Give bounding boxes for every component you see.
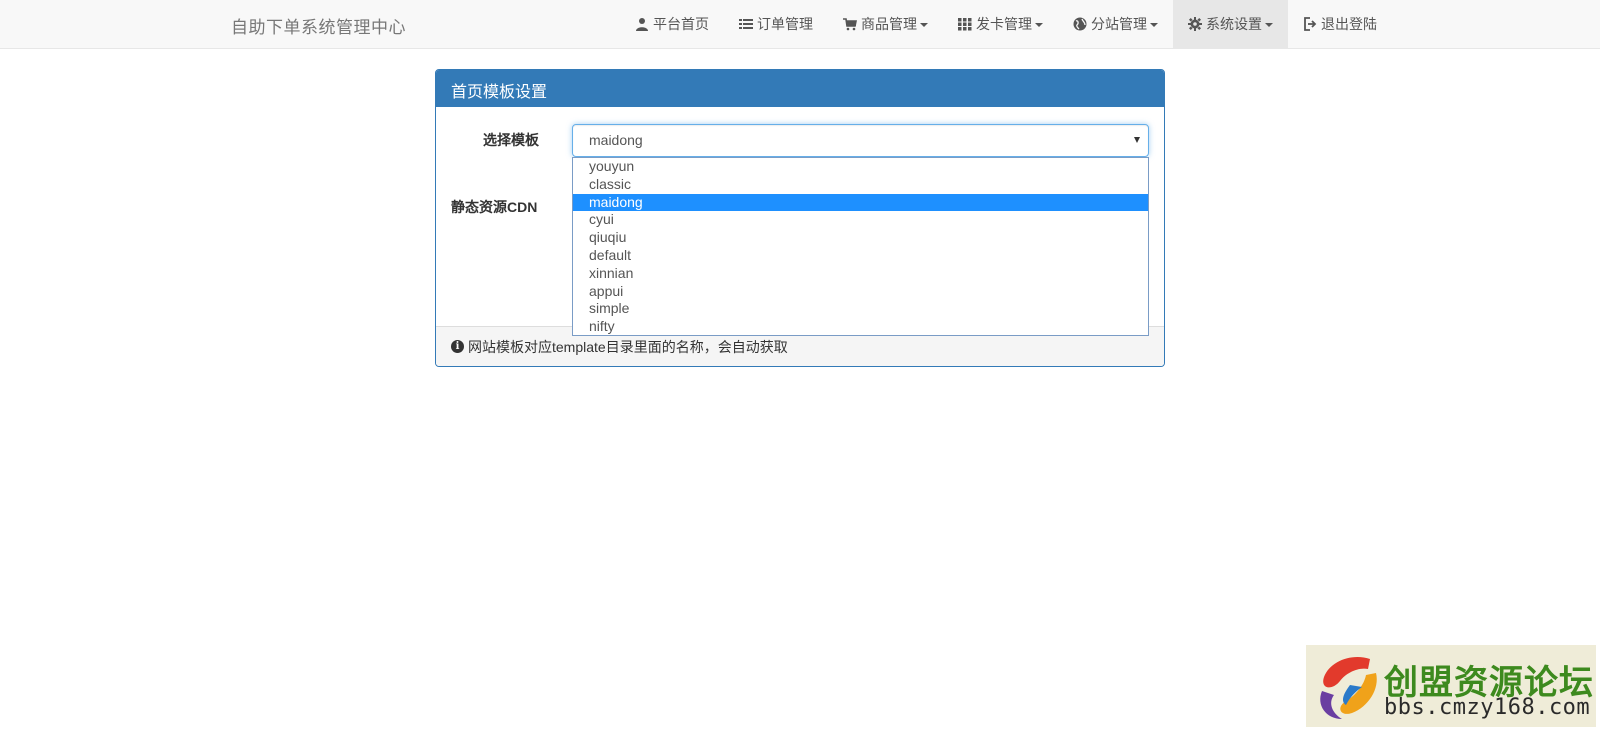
nav-item-label: 退出登陆 xyxy=(1321,16,1377,32)
navbar-brand[interactable]: 自助下单系统管理中心 xyxy=(231,13,406,38)
nav-item-label: 平台首页 xyxy=(653,16,709,32)
info-icon: i xyxy=(451,340,464,353)
nav-item-4[interactable]: 分站管理 xyxy=(1058,0,1173,48)
shopping-cart-icon xyxy=(843,17,857,31)
grid-icon xyxy=(958,17,972,31)
nav-item-1[interactable]: 订单管理 xyxy=(724,0,828,48)
nav-item-5[interactable]: 系统设置 xyxy=(1173,0,1288,48)
panel-title: 首页模板设置 xyxy=(436,70,1164,107)
watermark-url: bbs.cmzy168.com xyxy=(1384,695,1591,720)
nav-item-label: 商品管理 xyxy=(861,16,917,32)
template-option-maidong[interactable]: maidong xyxy=(573,193,1148,212)
nav-item-6[interactable]: 退出登陆 xyxy=(1288,0,1392,48)
template-options-list: youyun classic maidong cyui qiuqiu default xin… xyxy=(572,157,1149,336)
nav-item-label: 系统设置 xyxy=(1206,16,1262,32)
list-icon xyxy=(739,17,753,31)
nav-item-label: 发卡管理 xyxy=(976,16,1032,32)
template-option-classic[interactable]: classic xyxy=(573,176,1148,194)
template-option-qiuqiu[interactable]: qiuqiu xyxy=(573,229,1148,247)
user-icon xyxy=(635,17,649,31)
nav-menu: 平台首页 订单管理 商品管理 发卡管理 分站管理 系统设置 退出登陆 xyxy=(620,0,1392,48)
template-select-value: maidong xyxy=(589,132,643,148)
swirl-logo-icon xyxy=(1320,657,1377,719)
nav-item-3[interactable]: 发卡管理 xyxy=(943,0,1058,48)
caret-down-icon xyxy=(920,23,928,27)
caret-down-icon xyxy=(1265,23,1273,27)
template-option-simple[interactable]: simple xyxy=(573,300,1148,318)
dropdown-arrow-icon xyxy=(1134,137,1140,143)
nav-item-label: 订单管理 xyxy=(757,16,813,32)
template-select[interactable]: maidong xyxy=(572,124,1149,157)
cdn-label: 静态资源CDN xyxy=(451,199,538,215)
watermark-logo: 创盟资源论坛 bbs.cmzy168.com xyxy=(1306,645,1596,727)
caret-down-icon xyxy=(1150,23,1158,27)
nav-item-2[interactable]: 商品管理 xyxy=(828,0,943,48)
logout-icon xyxy=(1303,17,1317,31)
caret-down-icon xyxy=(1035,23,1043,27)
nav-item-label: 分站管理 xyxy=(1091,16,1147,32)
template-option-appui[interactable]: appui xyxy=(573,283,1148,301)
template-select-label: 选择模板 xyxy=(483,132,539,148)
template-option-nifty[interactable]: nifty xyxy=(573,318,1148,336)
gear-icon xyxy=(1188,17,1202,31)
top-navbar: 自助下单系统管理中心 平台首页 订单管理 商品管理 发卡管理 分站管理 系统设置 退出登陆 xyxy=(0,0,1600,49)
globe-icon xyxy=(1073,17,1087,31)
footer-note: 网站模板对应template目录里面的名称，会自动获取 xyxy=(468,338,788,355)
template-option-youyun[interactable]: youyun xyxy=(573,158,1148,176)
template-option-cyui[interactable]: cyui xyxy=(573,211,1148,229)
nav-item-0[interactable]: 平台首页 xyxy=(620,0,724,48)
template-option-xinnian[interactable]: xinnian xyxy=(573,265,1148,283)
template-option-default[interactable]: default xyxy=(573,247,1148,265)
